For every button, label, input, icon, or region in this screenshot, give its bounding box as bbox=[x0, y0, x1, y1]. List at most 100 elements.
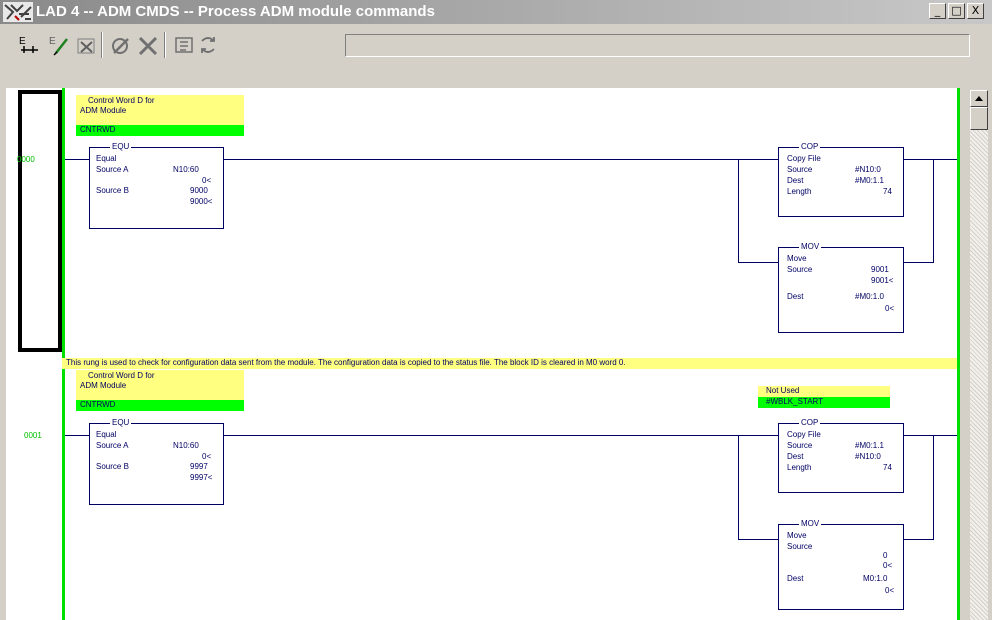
minimize-button[interactable]: _ bbox=[929, 3, 946, 19]
mov-instruction[interactable]: MOV Move Source 9001 9001< Dest #M0:1.0 … bbox=[778, 242, 904, 333]
vertical-scrollbar[interactable] bbox=[970, 90, 988, 620]
instruction-op: Equal bbox=[96, 154, 117, 163]
mov-instruction[interactable]: MOV Move Source 0 0< Dest M0:1.0 0< bbox=[778, 519, 904, 610]
source-b-label: Source B bbox=[96, 186, 129, 195]
source-a-value: N10:60 bbox=[173, 441, 199, 450]
left-power-rail bbox=[62, 88, 65, 620]
instruction-op: Copy File bbox=[787, 154, 821, 163]
cancel-edit-icon[interactable] bbox=[76, 33, 98, 57]
source-value: #N10:0 bbox=[855, 165, 881, 174]
ladder-view[interactable]: 0000 Control Word D for ADM Module CNTRW… bbox=[6, 88, 960, 620]
symbol-description-line: Control Word D for bbox=[88, 96, 155, 105]
length-value: 74 bbox=[883, 463, 892, 472]
instruction-op: Move bbox=[787, 531, 807, 540]
length-label: Length bbox=[787, 187, 812, 196]
source-value: #M0:1.1 bbox=[855, 441, 884, 450]
toolbar-separator bbox=[101, 32, 103, 58]
close-button[interactable]: X bbox=[967, 3, 984, 19]
source-b-data: 9997< bbox=[190, 473, 213, 482]
rung-wire bbox=[738, 159, 778, 160]
branch-wire bbox=[738, 262, 778, 263]
scroll-up-arrow-icon bbox=[975, 96, 983, 101]
source-label: Source bbox=[787, 542, 813, 551]
right-power-rail bbox=[957, 88, 960, 620]
svg-text:E: E bbox=[49, 36, 56, 47]
source-a-label: Source A bbox=[96, 165, 129, 174]
source-b-label: Source B bbox=[96, 462, 129, 471]
instruction-name: MOV bbox=[799, 519, 822, 529]
rung-comment-text: This rung is used to check for configura… bbox=[66, 358, 626, 367]
instruction-op: Move bbox=[787, 254, 807, 263]
instruction-op: Copy File bbox=[787, 430, 821, 439]
source-label: Source bbox=[787, 165, 813, 174]
dest-label: Dest bbox=[787, 452, 804, 461]
accept-icon[interactable] bbox=[110, 33, 132, 57]
dest-data: 0< bbox=[885, 304, 895, 313]
dest-data: 0< bbox=[885, 586, 895, 595]
length-value: 74 bbox=[883, 187, 892, 196]
branch-wire bbox=[933, 435, 934, 539]
rung-wire bbox=[224, 435, 738, 436]
cop-instruction[interactable]: COP Copy File Source #N10:0 Dest #M0:1.1… bbox=[778, 142, 904, 217]
source-a-label: Source A bbox=[96, 441, 129, 450]
branch-wire bbox=[738, 435, 739, 539]
branch-icon[interactable]: E bbox=[18, 33, 40, 57]
source-value: 9001 bbox=[871, 265, 889, 274]
source-data: 9001< bbox=[871, 276, 894, 285]
symbol-description-line: ADM Module bbox=[80, 106, 127, 115]
symbol-description-line: Not Used bbox=[766, 386, 800, 395]
branch-wire bbox=[904, 539, 934, 540]
window-title: LAD 4 -- ADM CMDS -- Process ADM module … bbox=[36, 3, 435, 20]
source-label: Source bbox=[787, 441, 813, 450]
toolbar-separator bbox=[164, 32, 166, 58]
source-b-data: 9000< bbox=[190, 197, 213, 206]
branch-wire bbox=[904, 262, 934, 263]
cop-instruction[interactable]: COP Copy File Source #M0:1.1 Dest #N10:0… bbox=[778, 418, 904, 493]
symbol-tag-text: CNTRWD bbox=[80, 400, 116, 409]
dest-label: Dest bbox=[787, 574, 804, 583]
dest-value: #N10:0 bbox=[855, 452, 881, 461]
dest-label: Dest bbox=[787, 176, 804, 185]
scroll-up-button[interactable] bbox=[970, 90, 988, 107]
source-a-data: 0< bbox=[202, 176, 212, 185]
edit-icon[interactable]: E bbox=[48, 33, 70, 57]
source-b-value: 9997 bbox=[190, 462, 208, 471]
dest-value: M0:1.0 bbox=[863, 574, 888, 583]
rung-wire bbox=[224, 159, 738, 160]
dest-label: Dest bbox=[787, 292, 804, 301]
symbol-tag-text: CNTRWD bbox=[80, 125, 116, 134]
delete-icon[interactable] bbox=[137, 33, 159, 57]
svg-text:E: E bbox=[19, 36, 26, 47]
rung-number: 0000 bbox=[17, 155, 35, 164]
branch-wire bbox=[933, 159, 934, 262]
instruction-name: COP bbox=[799, 418, 821, 428]
rung-wire bbox=[65, 435, 89, 436]
instruction-name: EQU bbox=[110, 418, 132, 428]
symbol-description-line: ADM Module bbox=[80, 381, 127, 390]
branch-wire bbox=[738, 539, 778, 540]
dest-value: #M0:1.0 bbox=[855, 292, 884, 301]
equ-instruction[interactable]: EQU Equal Source A N10:60 0< Source B 90… bbox=[89, 142, 224, 229]
instruction-name: COP bbox=[799, 142, 821, 152]
test-edits-icon[interactable] bbox=[174, 33, 196, 57]
ladder-app-icon bbox=[3, 2, 33, 22]
rung-wire bbox=[904, 435, 957, 436]
scroll-thumb[interactable] bbox=[970, 107, 988, 130]
source-b-value: 9000 bbox=[190, 186, 208, 195]
instruction-name: MOV bbox=[799, 242, 822, 252]
title-bar[interactable]: LAD 4 -- ADM CMDS -- Process ADM module … bbox=[0, 0, 992, 24]
assemble-edits-icon[interactable] bbox=[198, 33, 220, 57]
source-a-value: N10:60 bbox=[173, 165, 199, 174]
instruction-name: EQU bbox=[110, 142, 132, 152]
symbol-description-line: Control Word D for bbox=[88, 371, 155, 380]
maximize-button[interactable]: □ bbox=[948, 3, 965, 19]
rung-wire bbox=[65, 159, 89, 160]
address-field[interactable] bbox=[345, 34, 970, 57]
rung-selection-cursor bbox=[18, 90, 62, 352]
source-value: 0 bbox=[883, 551, 888, 560]
source-data: 0< bbox=[883, 561, 893, 570]
rung-number: 0001 bbox=[24, 431, 42, 440]
length-label: Length bbox=[787, 463, 812, 472]
source-a-data: 0< bbox=[202, 452, 212, 461]
equ-instruction[interactable]: EQU Equal Source A N10:60 0< Source B 99… bbox=[89, 418, 224, 505]
